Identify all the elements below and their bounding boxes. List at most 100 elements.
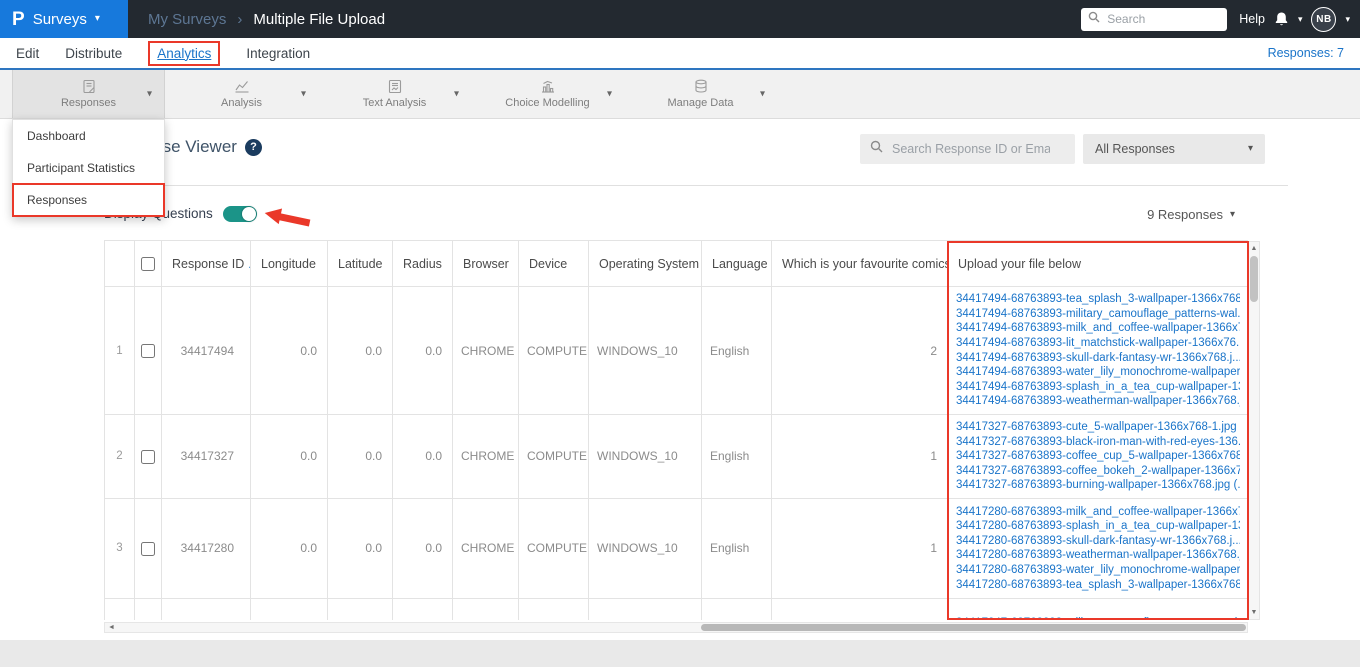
vertical-scroll-thumb[interactable] <box>1250 256 1258 302</box>
header-operating-system[interactable]: Operating System <box>588 240 702 287</box>
chevron-down-icon[interactable]: ▾ <box>1345 14 1350 24</box>
header-response-id[interactable]: Response ID▲ <box>161 240 251 287</box>
horizontal-scroll-thumb[interactable] <box>701 624 1246 631</box>
annotation-arrow-icon <box>264 208 311 227</box>
row-checkbox[interactable] <box>141 449 155 464</box>
radius-cell: 0.0 <box>392 414 453 499</box>
vertical-scrollbar[interactable]: ▲ ▼ <box>1248 241 1260 620</box>
uploaded-file-link[interactable]: 34417327-68763893-burning-wallpaper-1366… <box>956 478 1240 493</box>
uploaded-file-link[interactable]: 34417494-68763893-weatherman-wallpaper-1… <box>956 394 1240 409</box>
uploaded-file-link[interactable]: 34417494-68763893-water_lily_monochrome-… <box>956 365 1240 380</box>
responses-count-dropdown[interactable]: 9 Responses ▾ <box>1147 207 1235 222</box>
toolbar-group-responses[interactable]: Responses ▾ <box>12 70 165 118</box>
toolbar-group-manage-data[interactable]: Manage Data ▾ <box>624 70 777 118</box>
uploaded-file-link[interactable]: 34417494-68763893-splash_in_a_tea_cup-wa… <box>956 380 1240 395</box>
search-icon <box>870 140 883 158</box>
row-number: 1 <box>104 286 135 415</box>
menu-item-dashboard[interactable]: Dashboard <box>13 120 164 152</box>
main-content: Response Viewer ? All Responses ▾ Displa… <box>0 119 1360 640</box>
chevron-down-icon[interactable]: ▾ <box>301 89 306 100</box>
row-checkbox[interactable] <box>141 343 155 358</box>
menu-item-responses[interactable]: Responses <box>12 183 165 217</box>
tabs: Edit Distribute Analytics Integration <box>16 40 310 66</box>
header-longitude[interactable]: Longitude <box>250 240 328 287</box>
tab-edit[interactable]: Edit <box>16 46 39 61</box>
chevron-down-icon[interactable]: ▾ <box>147 89 152 100</box>
longitude-cell: 0.0 <box>250 414 328 499</box>
row-number: 3 <box>104 497 135 599</box>
toolbar-group-label: Analysis <box>221 97 262 109</box>
display-questions-toggle[interactable] <box>222 205 257 222</box>
uploaded-file-link[interactable]: 34417280-68763893-water_lily_monochrome-… <box>956 563 1240 578</box>
notifications-bell-icon[interactable] <box>1274 11 1289 27</box>
header-radius[interactable]: Radius <box>392 240 453 287</box>
uploaded-file-link[interactable]: 34417494-68763893-tea_splash_3-wallpaper… <box>956 292 1240 307</box>
longitude-cell: 0.0 <box>250 286 328 415</box>
scroll-left-icon[interactable]: ◄ <box>108 624 115 631</box>
row-checkbox[interactable] <box>141 541 155 556</box>
response-search-input[interactable] <box>890 141 1052 157</box>
uploaded-file-link[interactable]: 34417494-68763893-lit_matchstick-wallpap… <box>956 336 1240 351</box>
device-cell: COMPUTER <box>518 414 589 499</box>
header-upload-question[interactable]: Upload your file below <box>947 240 1248 287</box>
survey-tabbar: Edit Distribute Analytics Integration Re… <box>0 38 1360 70</box>
select-all-checkbox[interactable] <box>141 256 155 271</box>
operating-system-cell <box>588 597 702 620</box>
uploaded-file-link[interactable]: 34417494-68763893-milk_and_coffee-wallpa… <box>956 321 1240 336</box>
uploaded-file-link[interactable]: 34417280-68763893-milk_and_coffee-wallpa… <box>956 505 1240 520</box>
header-device[interactable]: Device <box>518 240 589 287</box>
chevron-down-icon[interactable]: ▾ <box>760 89 765 100</box>
uploaded-file-link[interactable]: 34417327-68763893-cute_5-wallpaper-1366x… <box>956 420 1240 435</box>
uploaded-file-link[interactable]: 34417494-68763893-skull-dark-fantasy-wr-… <box>956 351 1240 366</box>
browser-cell: CHROME <box>452 414 519 499</box>
tab-distribute[interactable]: Distribute <box>65 46 122 61</box>
all-responses-select[interactable]: All Responses ▾ <box>1083 134 1265 164</box>
product-switcher[interactable]: P Surveys ▾ <box>0 0 128 38</box>
longitude-cell: 0.0 <box>250 497 328 599</box>
horizontal-scrollbar[interactable]: ◄ <box>104 622 1248 633</box>
table-header-row: Response ID▲ Longitude Latitude Radius B… <box>104 240 1248 287</box>
breadcrumb: My Surveys › Multiple File Upload <box>148 11 385 28</box>
header-browser[interactable]: Browser <box>452 240 519 287</box>
header-language[interactable]: Language <box>701 240 772 287</box>
tab-analytics[interactable]: Analytics <box>148 40 221 66</box>
breadcrumb-my-surveys[interactable]: My Surveys <box>148 11 226 28</box>
response-id-cell: 34417494 <box>161 286 251 415</box>
uploaded-file-link[interactable]: 34417327-68763893-black-iron-man-with-re… <box>956 435 1240 450</box>
chevron-down-icon[interactable]: ▾ <box>607 89 612 100</box>
toggle-knob <box>241 206 256 221</box>
chevron-down-icon[interactable]: ▾ <box>454 89 459 100</box>
global-search-input[interactable] <box>1105 11 1218 27</box>
toolbar-group-analysis[interactable]: Analysis ▾ <box>165 70 318 118</box>
header-comics-question[interactable]: Which is your favourite comics? <box>771 240 948 287</box>
toolbar-group-text-analysis[interactable]: Text Analysis ▾ <box>318 70 471 118</box>
toolbar-group-choice-modelling[interactable]: Choice Modelling ▾ <box>471 70 624 118</box>
uploaded-file-link[interactable]: 34417247-68763893-military_camouflage_pa… <box>956 616 1240 620</box>
avatar[interactable]: NB <box>1311 6 1337 32</box>
responses-count[interactable]: Responses: 7 <box>1268 46 1344 60</box>
response-search[interactable] <box>860 134 1075 164</box>
topbar: P Surveys ▾ My Surveys › Multiple File U… <box>0 0 1360 38</box>
uploaded-file-link[interactable]: 34417280-68763893-splash_in_a_tea_cup-wa… <box>956 519 1240 534</box>
uploaded-file-link[interactable]: 34417327-68763893-coffee_bokeh_2-wallpap… <box>956 464 1240 479</box>
header-latitude[interactable]: Latitude <box>327 240 393 287</box>
uploaded-file-link[interactable]: 34417280-68763893-skull-dark-fantasy-wr-… <box>956 534 1240 549</box>
uploaded-file-link[interactable]: 34417494-68763893-military_camouflage_pa… <box>956 307 1240 322</box>
header-select-all <box>134 240 162 287</box>
scroll-down-icon[interactable]: ▼ <box>1249 609 1259 616</box>
help-icon[interactable]: ? <box>244 138 262 156</box>
operating-system-cell: WINDOWS_10 <box>588 497 702 599</box>
responses-table: Response ID▲ Longitude Latitude Radius B… <box>104 240 1248 620</box>
chevron-down-icon[interactable]: ▾ <box>1298 14 1303 24</box>
uploaded-file-link[interactable]: 34417280-68763893-tea_splash_3-wallpaper… <box>956 578 1240 593</box>
tab-integration[interactable]: Integration <box>246 46 310 61</box>
choice-modelling-icon <box>540 79 556 94</box>
scroll-up-icon[interactable]: ▲ <box>1249 245 1259 252</box>
table-row: 3344172800.00.00.0CHROMECOMPUTERWINDOWS_… <box>104 497 1248 599</box>
uploaded-file-link[interactable]: 34417327-68763893-coffee_cup_5-wallpaper… <box>956 449 1240 464</box>
browser-cell <box>452 597 519 620</box>
global-search[interactable] <box>1081 7 1228 31</box>
uploaded-file-link[interactable]: 34417280-68763893-weatherman-wallpaper-1… <box>956 548 1240 563</box>
help-link[interactable]: Help <box>1239 12 1265 26</box>
menu-item-participant-statistics[interactable]: Participant Statistics <box>13 152 164 184</box>
